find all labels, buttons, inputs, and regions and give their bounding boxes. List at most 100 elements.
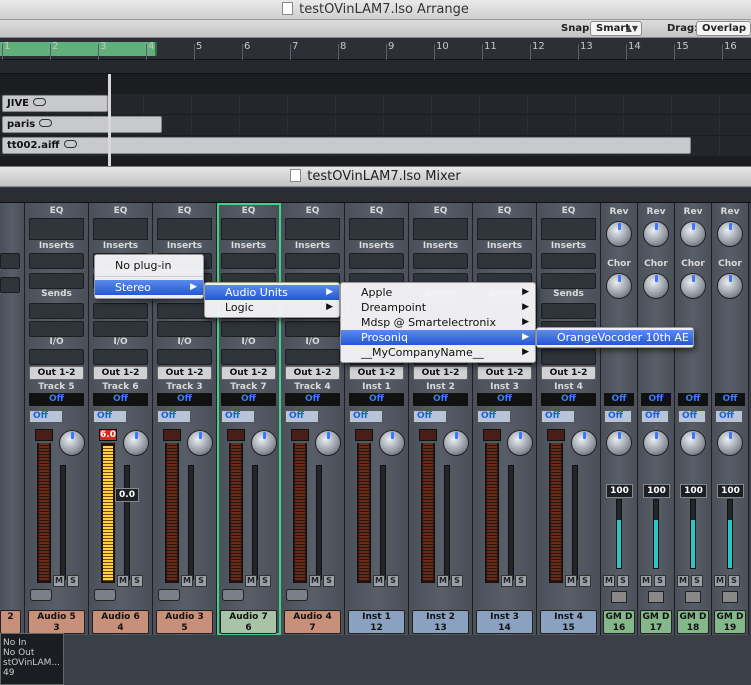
send-slot[interactable] (157, 321, 212, 337)
automation-mode-select[interactable]: Off (413, 410, 447, 423)
solo-button[interactable]: S (451, 575, 463, 587)
volume-fader[interactable] (616, 499, 622, 569)
mute-button[interactable]: M (181, 575, 193, 587)
send-slot[interactable] (29, 321, 84, 337)
mute-button[interactable]: M (640, 575, 652, 587)
menu-item-audio-units[interactable]: Audio Units ▶ (205, 285, 339, 300)
chor-knob[interactable] (606, 273, 632, 299)
solo-button[interactable]: S (654, 575, 666, 587)
pan-knob[interactable] (379, 430, 405, 456)
solo-button[interactable]: S (617, 575, 629, 587)
output-select[interactable]: Out 1-2 (541, 366, 596, 380)
pan-knob[interactable] (717, 430, 743, 456)
insert-slot[interactable] (0, 277, 20, 293)
chor-knob[interactable] (643, 273, 669, 299)
track-name[interactable]: Audio 53 (28, 610, 85, 634)
volume-fader[interactable] (508, 465, 514, 580)
eq-display[interactable] (285, 218, 340, 240)
menu-item-stereo[interactable]: Stereo ▶ (95, 280, 203, 295)
solo-button[interactable]: S (131, 575, 143, 587)
volume-value[interactable]: 100 (606, 484, 633, 498)
mute-button[interactable]: M (603, 575, 615, 587)
insert-slot[interactable] (29, 273, 84, 289)
automation-mode-select[interactable]: Off (349, 410, 383, 423)
menu-item-no-plugin[interactable]: No plug-in (95, 258, 203, 273)
insert-slot[interactable] (221, 253, 276, 269)
mute-button[interactable]: M (309, 575, 321, 587)
menu-item-orangevocoder[interactable]: OrangeVocoder 10th AE (537, 330, 693, 345)
track-name-partial[interactable]: 2 (0, 610, 21, 634)
automation-mode-select[interactable]: Off (641, 410, 669, 423)
pan-knob[interactable] (606, 430, 632, 456)
insert-slot[interactable] (29, 253, 84, 269)
volume-value[interactable]: 100 (680, 484, 707, 498)
automation-display[interactable]: Off (678, 393, 708, 406)
menu-item-mycompanyname[interactable]: __MyCompanyName__ ▶ (341, 345, 535, 360)
automation-display[interactable]: Off (29, 393, 84, 406)
mute-button[interactable]: M (565, 575, 577, 587)
snap-select[interactable]: Smart ▲▼ (590, 21, 642, 36)
send-slot[interactable] (93, 303, 148, 319)
rev-knob[interactable] (717, 221, 743, 247)
region-paris[interactable]: paris (2, 116, 162, 133)
insert-slot[interactable] (285, 253, 340, 269)
track-name[interactable]: Audio 76 (220, 610, 277, 634)
automation-mode-select[interactable]: Off (541, 410, 575, 423)
playhead[interactable] (108, 74, 111, 166)
volume-fader[interactable] (60, 465, 66, 580)
output-select[interactable]: Out 1-2 (477, 366, 532, 380)
bounce-icon[interactable] (94, 589, 116, 601)
automation-mode-select[interactable]: Off (157, 410, 191, 423)
pan-knob[interactable] (123, 430, 149, 456)
menu-item-prosoniq[interactable]: Prosoniq ▶ (341, 330, 535, 345)
pan-knob[interactable] (59, 430, 85, 456)
insert-slot[interactable] (477, 253, 532, 269)
solo-button[interactable]: S (195, 575, 207, 587)
track-name[interactable]: GM D 16 (603, 610, 635, 634)
inserts-label[interactable]: Inserts (153, 241, 216, 251)
automation-display[interactable]: Off (413, 393, 468, 406)
mute-button[interactable]: M (501, 575, 513, 587)
bounce-icon[interactable] (158, 589, 180, 601)
rev-knob[interactable] (606, 221, 632, 247)
region-jive[interactable]: JIVE (2, 95, 108, 112)
track-name[interactable]: Inst 1 12 (348, 610, 405, 634)
volume-fader[interactable] (690, 499, 696, 569)
bounce-icon[interactable] (286, 589, 308, 601)
solo-button[interactable]: S (691, 575, 703, 587)
insert-slot[interactable] (541, 273, 596, 289)
eq-display[interactable] (93, 218, 148, 240)
inserts-label[interactable]: Inserts (473, 241, 536, 251)
menu-item-logic[interactable]: Logic ▶ (205, 300, 339, 315)
track-name[interactable]: Inst 3 14 (476, 610, 533, 634)
insert-slot[interactable] (0, 253, 20, 269)
eq-display[interactable] (29, 218, 84, 240)
cycle-region[interactable] (0, 42, 157, 56)
automation-display[interactable]: Off (93, 393, 148, 406)
solo-button[interactable]: S (579, 575, 591, 587)
pan-knob[interactable] (443, 430, 469, 456)
insert-slot[interactable] (541, 253, 596, 269)
pan-knob[interactable] (315, 430, 341, 456)
menu-item-apple[interactable]: Apple ▶ (341, 285, 535, 300)
insert-slot[interactable] (349, 253, 404, 269)
eq-display[interactable] (221, 218, 276, 240)
eq-display[interactable] (541, 218, 596, 240)
automation-display[interactable]: Off (604, 393, 634, 406)
volume-fader[interactable] (188, 465, 194, 580)
pan-knob[interactable] (251, 430, 277, 456)
mute-button[interactable]: M (245, 575, 257, 587)
track-name[interactable]: Inst 4 15 (540, 610, 597, 634)
pan-knob[interactable] (187, 430, 213, 456)
input-slot[interactable] (93, 349, 148, 365)
output-select[interactable]: Out 1-2 (285, 366, 340, 380)
inserts-label[interactable]: Inserts (537, 241, 600, 251)
track-name[interactable]: GM D 17 (640, 610, 672, 634)
bounce-icon[interactable] (222, 589, 244, 601)
send-slot[interactable] (541, 303, 596, 319)
volume-fader[interactable] (727, 499, 733, 569)
output-select[interactable]: Out 1-2 (221, 366, 276, 380)
mute-button[interactable]: M (714, 575, 726, 587)
automation-mode-select[interactable]: Off (285, 410, 319, 423)
region-tt002[interactable]: tt002.aiff (2, 137, 691, 154)
